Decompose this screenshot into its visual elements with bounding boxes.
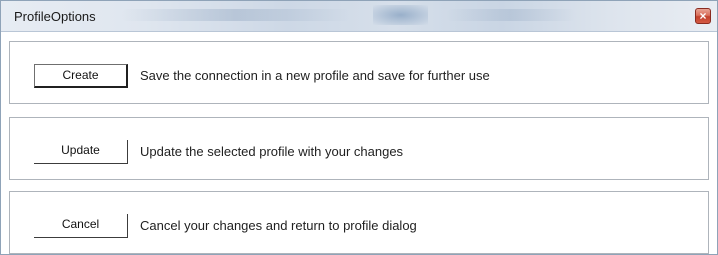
close-button[interactable]: × <box>695 8 711 24</box>
window-title: ProfileOptions <box>14 9 96 24</box>
create-option-panel: Create Save the connection in a new prof… <box>9 41 709 104</box>
title-bar-background-blur <box>121 9 351 21</box>
update-button[interactable]: Update <box>34 140 128 164</box>
create-description: Save the connection in a new profile and… <box>140 68 490 83</box>
cancel-button[interactable]: Cancel <box>34 214 128 238</box>
create-button[interactable]: Create <box>34 64 128 88</box>
close-icon: × <box>699 9 707 23</box>
profile-options-window: ProfileOptions × Create Save the connect… <box>0 0 718 255</box>
cancel-description: Cancel your changes and return to profil… <box>140 218 417 233</box>
title-bar-background-blur <box>446 9 576 21</box>
cancel-option-panel: Cancel Cancel your changes and return to… <box>9 191 709 254</box>
title-bar[interactable]: ProfileOptions × <box>1 1 717 32</box>
update-description: Update the selected profile with your ch… <box>140 144 404 159</box>
title-bar-background-blur <box>373 5 428 25</box>
update-option-panel: Update Update the selected profile with … <box>9 117 709 180</box>
